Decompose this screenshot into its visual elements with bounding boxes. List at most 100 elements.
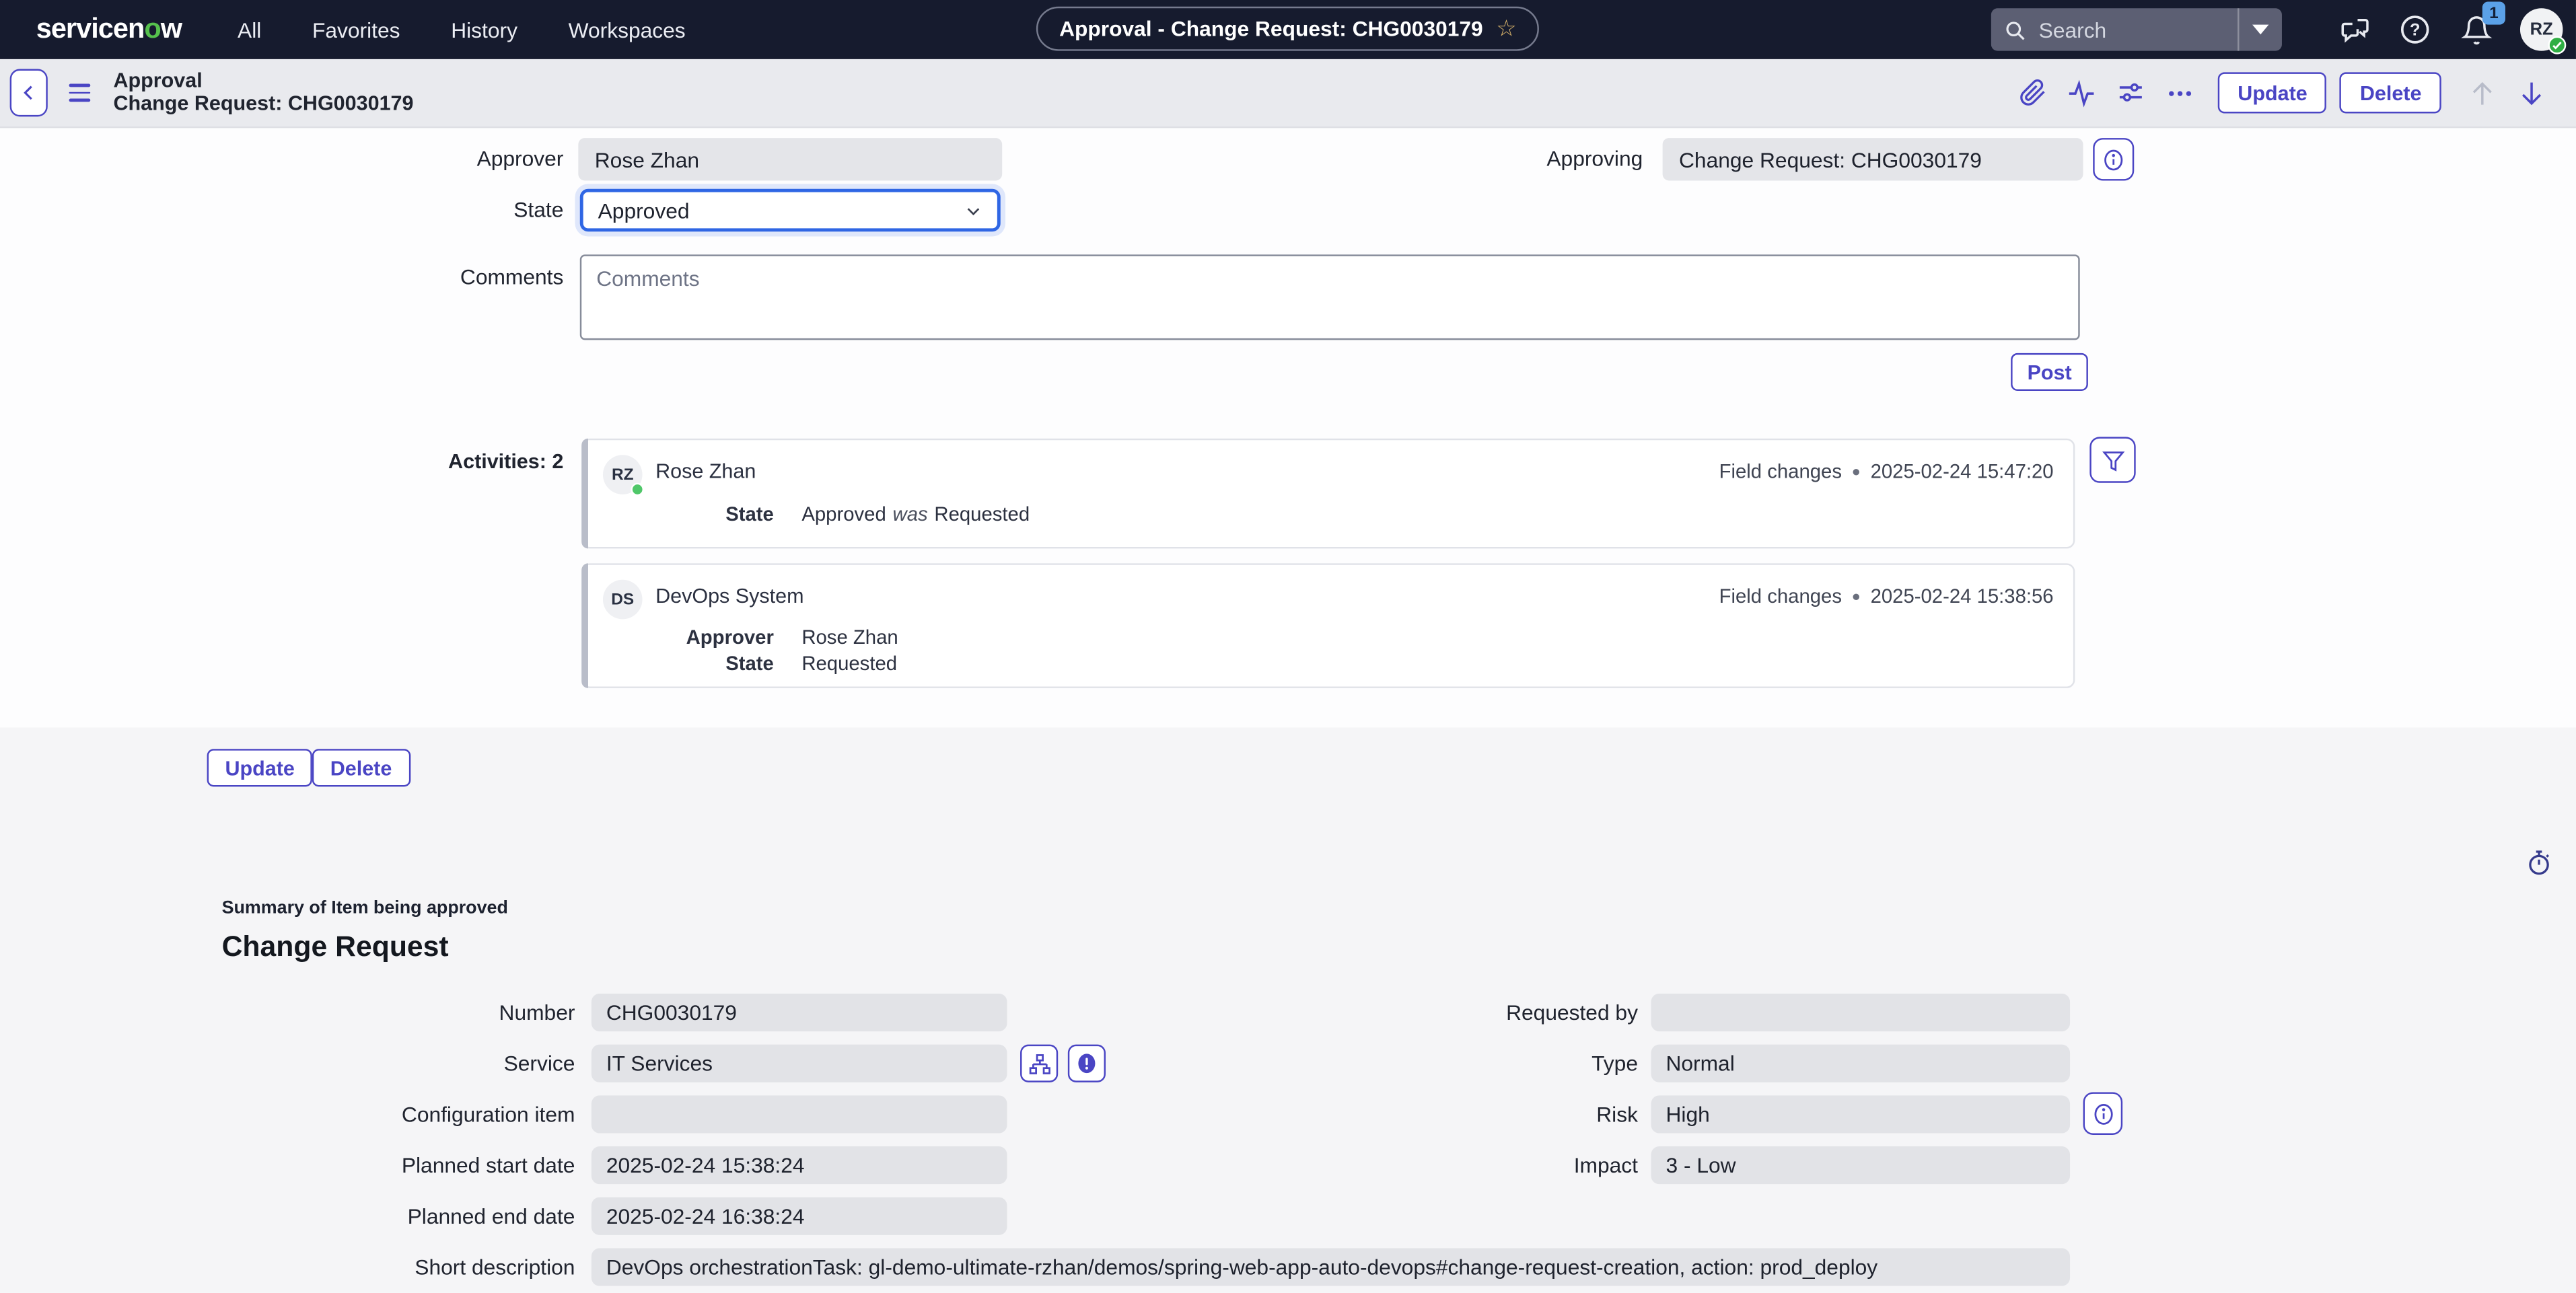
activity-type: Field changes bbox=[1719, 460, 1842, 483]
activity-timestamp: 2025-02-24 15:38:56 bbox=[1871, 585, 2054, 607]
impact-field[interactable]: 3 - Low bbox=[1651, 1146, 2071, 1184]
summary-section: Update Delete Summary of Item being appr… bbox=[0, 727, 2576, 1292]
risk-field[interactable]: High bbox=[1651, 1095, 2071, 1133]
chevron-left-icon bbox=[18, 82, 40, 104]
approving-field[interactable]: Change Request: CHG0030179 bbox=[1663, 138, 2083, 180]
chat-icon bbox=[2338, 14, 2369, 45]
activity-filter-button[interactable] bbox=[2089, 437, 2135, 482]
changed-field-value: Rose Zhan bbox=[801, 626, 898, 649]
risk-info-button[interactable] bbox=[2083, 1092, 2123, 1134]
info-icon bbox=[2091, 1101, 2116, 1126]
back-button[interactable] bbox=[10, 69, 48, 117]
approver-label: Approver bbox=[0, 138, 563, 180]
planned-start-date-field[interactable]: 2025-02-24 15:38:24 bbox=[592, 1146, 1007, 1184]
update-button[interactable]: Update bbox=[2218, 72, 2327, 113]
record-title-target: Change Request: CHG0030179 bbox=[113, 93, 413, 115]
delete-button-bottom[interactable]: Delete bbox=[312, 749, 410, 786]
post-button[interactable]: Post bbox=[2011, 353, 2088, 391]
old-value: Requested bbox=[934, 503, 1030, 525]
global-search[interactable] bbox=[1991, 8, 2282, 50]
online-status-icon bbox=[2548, 36, 2566, 54]
attachment-button[interactable] bbox=[2007, 68, 2056, 117]
more-options-button[interactable] bbox=[2155, 68, 2205, 117]
changed-field-name: State bbox=[583, 652, 774, 675]
help-icon: ? bbox=[2398, 13, 2431, 46]
approver-value: Rose Zhan bbox=[595, 147, 699, 172]
top-navigation-bar: servicenow All Favorites History Workspa… bbox=[0, 0, 2576, 59]
timer-icon[interactable] bbox=[2525, 849, 2553, 885]
activity-stream-button[interactable] bbox=[2057, 68, 2106, 117]
avatar-initials: DS bbox=[611, 591, 634, 609]
approving-preview-button[interactable] bbox=[2093, 138, 2134, 180]
approver-field[interactable]: Rose Zhan bbox=[578, 138, 1002, 180]
activity-stream: RZ Rose Zhan Field changes ● 2025-02-24 … bbox=[581, 439, 2075, 688]
notifications-button[interactable]: 1 bbox=[2460, 13, 2493, 46]
requested-by-field[interactable] bbox=[1651, 994, 2071, 1031]
comments-textarea[interactable] bbox=[580, 254, 2080, 340]
activity-avatar: RZ bbox=[603, 455, 643, 494]
approving-label: Approving bbox=[1084, 138, 1643, 180]
avatar-initials: RZ bbox=[2530, 20, 2553, 39]
chat-button[interactable] bbox=[2338, 13, 2371, 46]
scroll-up-button[interactable] bbox=[2458, 68, 2507, 117]
servicenow-logo[interactable]: servicenow bbox=[36, 13, 182, 46]
delete-button[interactable]: Delete bbox=[2340, 72, 2441, 113]
configuration-item-label: Configuration item bbox=[0, 1095, 575, 1133]
logo-green-o: o bbox=[144, 13, 160, 44]
sliders-icon bbox=[2116, 78, 2146, 108]
nav-favorites[interactable]: Favorites bbox=[312, 17, 400, 42]
planned-end-date-field[interactable]: 2025-02-24 16:38:24 bbox=[592, 1197, 1007, 1235]
field-change-row: State ApprovedwasRequested bbox=[583, 503, 2054, 525]
changed-field-value: ApprovedwasRequested bbox=[801, 503, 1030, 525]
search-input[interactable] bbox=[2036, 15, 2200, 44]
configuration-item-field[interactable] bbox=[592, 1095, 1007, 1133]
user-avatar[interactable]: RZ bbox=[2520, 8, 2563, 50]
caret-down-icon bbox=[2252, 25, 2268, 35]
activity-timestamp: 2025-02-24 15:47:20 bbox=[1871, 460, 2054, 483]
service-value: IT Services bbox=[606, 1051, 713, 1076]
logo-text: servicen bbox=[36, 13, 145, 44]
toolbar-actions: Update Delete bbox=[2007, 68, 2575, 117]
impact-value: 3 - Low bbox=[1666, 1153, 1736, 1178]
short-description-field[interactable]: DevOps orchestrationTask: gl-demo-ultima… bbox=[592, 1248, 2070, 1286]
app-window: servicenow All Favorites History Workspa… bbox=[0, 0, 2576, 1292]
approving-value: Change Request: CHG0030179 bbox=[1679, 147, 1982, 172]
bullet-separator-icon: ● bbox=[1852, 463, 1861, 479]
nav-workspaces[interactable]: Workspaces bbox=[569, 17, 686, 42]
top-right-icons: ? 1 RZ bbox=[2338, 0, 2563, 59]
number-field[interactable]: CHG0030179 bbox=[592, 994, 1007, 1031]
type-field[interactable]: Normal bbox=[1651, 1045, 2071, 1082]
requested-by-label: Requested by bbox=[1019, 994, 1638, 1031]
state-selected-value: Approved bbox=[598, 198, 964, 223]
short-description-value: DevOps orchestrationTask: gl-demo-ultima… bbox=[606, 1255, 1877, 1280]
approval-form: Approver Rose Zhan Approving Change Requ… bbox=[0, 128, 2576, 727]
nav-history[interactable]: History bbox=[451, 17, 517, 42]
state-select[interactable]: Approved bbox=[580, 189, 1001, 231]
current-record-pill[interactable]: Approval - Change Request: CHG0030179 ☆ bbox=[1036, 7, 1540, 51]
nav-all[interactable]: All bbox=[238, 17, 261, 42]
update-button-bottom[interactable]: Update bbox=[207, 749, 313, 786]
filter-icon bbox=[2100, 447, 2125, 472]
impact-label: Impact bbox=[1019, 1146, 1638, 1184]
scroll-down-button[interactable] bbox=[2507, 68, 2556, 117]
search-scope-dropdown[interactable] bbox=[2238, 8, 2282, 50]
number-label: Number bbox=[0, 994, 575, 1031]
new-value: Approved bbox=[801, 503, 886, 525]
type-label: Type bbox=[1019, 1045, 1638, 1082]
state-label: State bbox=[0, 189, 563, 231]
logo-text-end: w bbox=[161, 13, 182, 44]
changed-field-name: Approver bbox=[583, 626, 774, 649]
field-change-row: Approver Rose Zhan bbox=[583, 626, 2054, 649]
help-button[interactable]: ? bbox=[2398, 13, 2431, 46]
svg-text:?: ? bbox=[2410, 21, 2421, 40]
risk-label: Risk bbox=[1019, 1095, 1638, 1133]
favorite-icon[interactable]: ☆ bbox=[1496, 8, 1517, 49]
short-description-label: Short description bbox=[0, 1248, 575, 1286]
comments-label: Comments bbox=[0, 264, 563, 289]
form-context-menu-icon[interactable] bbox=[69, 84, 91, 102]
service-field[interactable]: IT Services bbox=[592, 1045, 1007, 1082]
arrow-down-icon bbox=[2517, 78, 2546, 108]
info-icon bbox=[2101, 147, 2126, 172]
activity-card: RZ Rose Zhan Field changes ● 2025-02-24 … bbox=[581, 439, 2075, 549]
personalize-form-button[interactable] bbox=[2106, 68, 2155, 117]
